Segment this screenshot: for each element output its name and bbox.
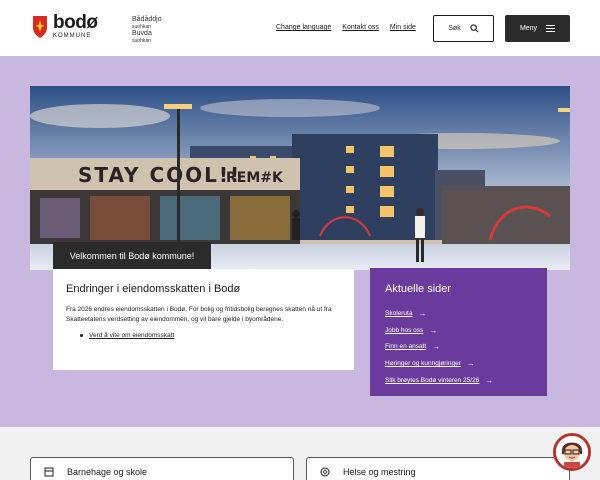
news-link-item: Verd å vite om eiendomsskatt [66, 332, 341, 339]
list-item: Jobb hos oss → [385, 322, 532, 339]
list-item: Høringer og kunngjøringer → [385, 355, 532, 372]
list-item: Skoleruta → [385, 305, 532, 322]
logo-sami-text: Bådåddjo suohkan Buvda suohkan [132, 16, 162, 44]
menu-label: Meny [519, 25, 538, 32]
news-card: Endringer i eiendomsskatten i Bodø Fra 2… [53, 269, 354, 370]
svg-text:STAY COOL!!: STAY COOL!! [78, 163, 241, 187]
my-page-link[interactable]: Min side [390, 24, 416, 31]
search-label: Søk [448, 25, 461, 32]
change-language-link[interactable]: Change language [276, 24, 331, 31]
school-icon [44, 467, 54, 477]
list-item: Finn en ansatt → [385, 339, 532, 356]
jobs-link[interactable]: Jobb hos oss [385, 327, 423, 334]
coat-of-arms-icon [33, 16, 47, 38]
list-item: Slik brøytes Bodø vinteren 25/26 → [385, 372, 532, 389]
property-tax-link[interactable]: Verd å vite om eiendomsskatt [89, 332, 174, 339]
arrow-right-icon: → [485, 376, 494, 386]
logo-name: bodø [53, 12, 98, 33]
logo-sub: KOMMUNE [53, 33, 92, 39]
current-pages-title: Aktuelle sider [385, 283, 452, 295]
search-button[interactable]: Søk [433, 15, 494, 42]
chat-assistant-avatar[interactable] [553, 433, 591, 471]
kindergarten-school-tile[interactable]: Barnehage og skole [30, 457, 294, 480]
bodo-logo[interactable]: bodø KOMMUNE Bådåddjo suohkan Buvda suoh… [32, 12, 162, 44]
news-body: Fra 2026 endres eiendomsskatten i Bodø. … [66, 306, 332, 323]
arrow-right-icon: → [429, 325, 438, 335]
svg-text:REM#K: REM#K [226, 170, 284, 186]
tile-label: Barnehage og skole [67, 467, 148, 477]
assistant-face-icon [556, 436, 588, 468]
news-title: Endringer i eiendomsskatten i Bodø [66, 283, 241, 295]
menu-button[interactable]: Meny [505, 15, 570, 42]
welcome-banner: Velkommen til Bodø kommune! [53, 242, 211, 269]
tile-label: Helse og mestring [343, 467, 416, 477]
health-icon [320, 467, 330, 477]
snow-clearing-link[interactable]: Slik brøytes Bodø vinteren 25/26 [385, 377, 479, 384]
top-links: Change language Kontakt oss Min side [276, 24, 427, 31]
arrow-right-icon: → [466, 359, 475, 369]
health-tile[interactable]: Helse og mestring [306, 457, 570, 480]
hamburger-icon [546, 25, 556, 32]
arrow-right-icon: → [418, 308, 427, 318]
search-icon [470, 24, 479, 33]
site-header: bodø KOMMUNE Bådåddjo suohkan Buvda suoh… [0, 0, 600, 56]
find-employee-link[interactable]: Finn en ansatt [385, 343, 426, 350]
school-calendar-link[interactable]: Skoleruta [385, 310, 412, 317]
contact-link[interactable]: Kontakt oss [342, 24, 379, 31]
hearings-link[interactable]: Høringer og kunngjøringer [385, 360, 461, 367]
arrow-right-icon: → [432, 342, 441, 352]
current-pages-card: Aktuelle sider Skoleruta → Jobb hos oss → … [370, 268, 547, 396]
